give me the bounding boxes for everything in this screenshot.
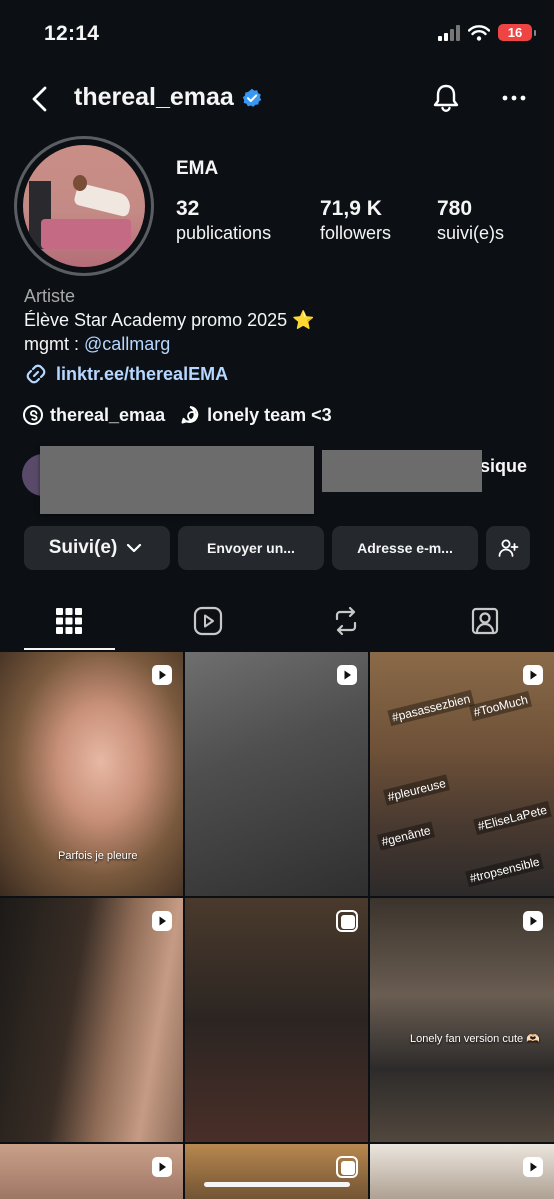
broadcast-channel-icon [181,406,199,424]
display-name: EMA [176,158,219,179]
stat-following[interactable]: 780 suivi(e)s [437,197,504,244]
wifi-icon [468,24,490,41]
add-person-icon [498,539,519,557]
post-tile[interactable]: #pasassezbien #TooMuch #pleureuse #Elise… [370,652,554,896]
back-icon[interactable] [26,84,56,114]
reel-icon [337,665,357,685]
threads-icon [23,405,43,425]
posts-grid: Parfois je pleure #pasassezbien #TooMuch… [0,652,554,1142]
grid-icon [56,608,83,634]
reel-icon [523,911,543,931]
more-options-icon[interactable] [500,82,528,114]
multi-post-icon [336,910,358,932]
mutual-text-fragment: sique [480,456,528,476]
multi-post-icon [336,1156,358,1178]
threads-chip[interactable]: thereal_emaa [22,404,165,426]
post-caption: Lonely fan version cute 🫶🏻 [410,1033,540,1045]
posts-grid-row [0,1144,554,1199]
email-button[interactable]: Adresse e-m... [332,526,478,570]
stat-value: 71,9 K [320,197,382,220]
post-tile[interactable] [0,898,183,1142]
stat-followers[interactable]: 71,9 K followers [320,197,391,244]
profile-category: Artiste [24,286,76,306]
stat-publications[interactable]: 32 publications [176,197,271,244]
battery-icon: 16 [498,24,536,41]
reels-icon [193,606,222,636]
repost-icon [336,606,357,636]
post-tile[interactable]: Parfois je pleure [0,652,183,896]
stat-label: publications [176,223,272,243]
reel-icon [152,1157,172,1177]
channel-chip[interactable]: lonely team <3 [179,404,332,426]
reel-icon [523,1157,543,1177]
profile-username: thereal_emaa [74,83,262,112]
tab-posts-grid[interactable] [0,590,139,652]
status-time: 12:14 [44,22,100,45]
hashtag-overlay: #pleureuse [383,774,451,806]
mgmt-prefix: mgmt : [24,334,85,354]
stat-value: 780 [437,197,473,220]
profile-tabs [0,590,554,652]
mutual-followers[interactable]: sique [22,446,532,514]
post-caption: Parfois je pleure [58,850,138,862]
tab-tagged[interactable] [416,590,554,652]
bio-line: Élève Star Academy promo 2025 ⭐ [24,310,315,330]
avatar-image [23,145,145,267]
stat-value: 32 [176,197,200,220]
following-button[interactable]: Suivi(e) [24,526,170,570]
hashtag-overlay: #EliseLaPete [473,800,552,836]
post-tile[interactable]: Lonely fan version cute 🫶🏻 [370,898,554,1142]
status-icons: 16 [438,24,536,41]
status-bar: 12:14 16 [0,0,554,70]
bio-link[interactable]: linktr.ee/therealEMA [24,362,228,386]
signal-icon [438,24,460,41]
threads-handle: thereal_emaa [50,404,166,425]
username-text: thereal_emaa [74,83,234,111]
hashtag-overlay: #TooMuch [468,690,533,722]
post-tile[interactable] [185,652,368,896]
post-tile[interactable] [185,898,368,1142]
following-label: Suivi(e) [48,537,118,558]
post-tile[interactable] [370,1144,554,1199]
profile-bio: Artiste Élève Star Academy promo 2025 ⭐ … [24,284,315,356]
redaction-box [322,450,482,492]
tab-reels[interactable] [139,590,278,652]
channel-name: lonely team <3 [207,404,332,425]
tagged-person-icon [471,607,498,635]
profile-actions: Suivi(e) Envoyer un... Adresse e-m... [24,526,530,570]
link-icon [26,364,46,384]
hashtag-overlay: #pasassezbien [387,689,475,727]
reel-icon [523,665,543,685]
suggested-accounts-button[interactable] [486,526,530,570]
message-button[interactable]: Envoyer un... [178,526,324,570]
home-indicator[interactable] [204,1182,350,1187]
profile-chips: thereal_emaa lonely team <3 [22,404,332,426]
tab-reposts[interactable] [277,590,416,652]
verified-badge-icon [242,88,262,107]
chevron-down-icon [127,543,142,553]
reel-icon [152,911,172,931]
notification-bell-icon[interactable] [430,82,462,114]
stat-label: suivi(e)s [437,223,505,243]
reel-icon [152,665,172,685]
stat-label: followers [320,223,392,243]
top-nav: thereal_emaa [0,78,554,122]
bio-mgmt-line: mgmt : @callmarg [24,332,315,356]
bio-link-text: linktr.ee/therealEMA [56,363,229,384]
hashtag-overlay: #tropsensible [465,852,545,888]
post-tile[interactable] [0,1144,183,1199]
post-tile[interactable] [185,1144,368,1199]
redaction-box [40,446,314,514]
profile-avatar[interactable] [14,136,154,276]
hashtag-overlay: #genânte [376,821,436,851]
mgmt-mention-link[interactable]: @callmarg [84,334,170,354]
